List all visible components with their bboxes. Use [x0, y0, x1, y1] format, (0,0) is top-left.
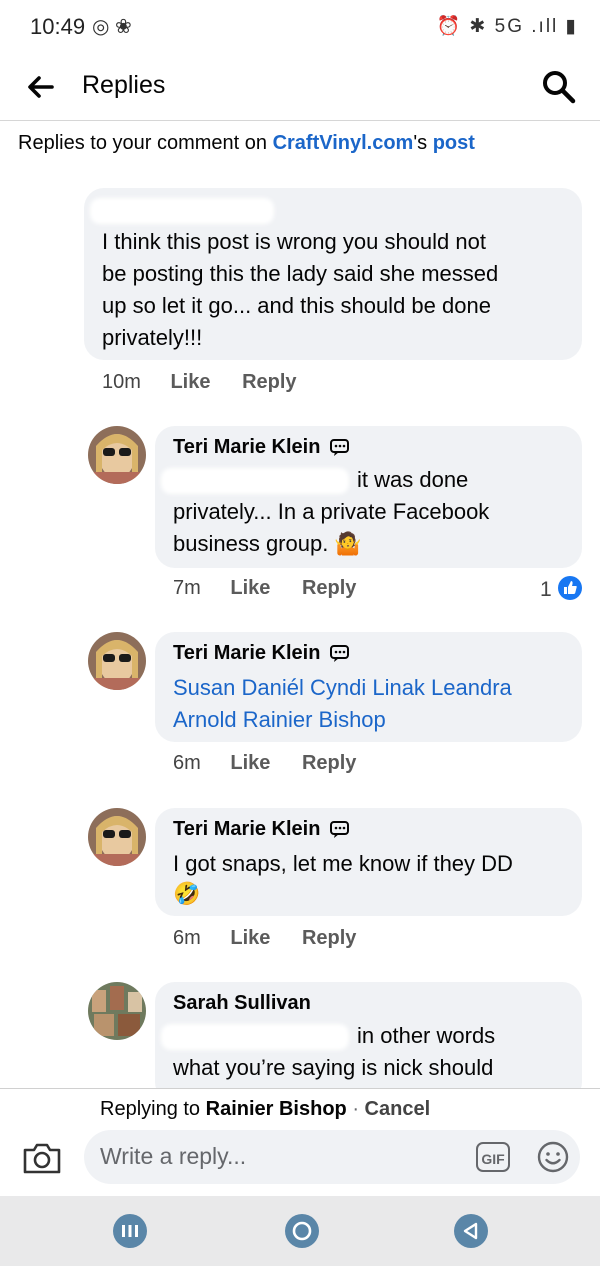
reply-button[interactable]: Reply — [302, 927, 356, 949]
avatar-photo — [88, 982, 146, 1040]
reply-actions: 7m Like Reply — [173, 577, 356, 600]
search-button[interactable] — [540, 68, 578, 106]
author-name[interactable]: Teri Marie Klein — [173, 642, 320, 664]
reaction-count[interactable]: 1 — [540, 576, 582, 602]
reply-text-line: business group. 🤷 — [173, 531, 362, 556]
comment-time: 7m — [173, 577, 201, 599]
comment-line: privately!!! — [102, 325, 203, 350]
page-link[interactable]: CraftVinyl.com — [273, 132, 414, 154]
replying-prefix: Replying to — [100, 1098, 206, 1120]
avatar[interactable] — [88, 426, 146, 484]
main-comment-text: I think this post is wrong you should no… — [102, 226, 572, 354]
comment-line: be posting this the lady said she messed — [102, 261, 499, 286]
comment-line: up so let it go... and this should be do… — [102, 293, 491, 318]
status-time: 10:49 — [30, 14, 86, 39]
redacted-name — [161, 1024, 349, 1050]
context-possessive: 's — [413, 132, 433, 154]
comment-time: 10m — [102, 371, 141, 393]
avatar[interactable] — [88, 982, 146, 1040]
post-link[interactable]: post — [433, 132, 475, 154]
tagged-users-line[interactable]: Arnold Rainier Bishop — [173, 704, 386, 736]
messenger-icon — [330, 644, 350, 662]
reply-text-line: what you’re saying is nick should — [173, 1055, 494, 1080]
status-bar: 10:49 ◎ ❀ ⏰ ✱ 5G .ıll ▮ — [0, 0, 600, 56]
context-prefix: Replies to your comment on — [18, 132, 273, 154]
recent-apps-icon — [122, 1225, 138, 1237]
reply-bubble[interactable]: Teri Marie Klein Susan Daniél Cyndi Lina… — [155, 632, 582, 742]
reply-actions: 6m Like Reply — [173, 752, 356, 775]
reply-actions: 6m Like Reply — [173, 927, 356, 950]
camera-button[interactable] — [22, 1140, 62, 1176]
back-nav-button[interactable] — [454, 1214, 488, 1248]
reply-author[interactable]: Teri Marie Klein — [173, 818, 350, 841]
emoji-button[interactable] — [537, 1141, 569, 1173]
comment-line: I think this post is wrong you should no… — [102, 229, 486, 254]
like-reaction-icon — [557, 576, 582, 600]
redacted-name — [161, 468, 349, 494]
smiley-icon — [537, 1141, 569, 1173]
reply-text-line: it was done — [357, 467, 469, 492]
reply-author[interactable]: Teri Marie Klein — [173, 436, 350, 459]
gif-button[interactable]: GIF — [476, 1142, 510, 1172]
reply-bubble[interactable]: Sarah Sullivan in other words what you’r… — [155, 982, 582, 1102]
cancel-reply-button[interactable]: Cancel — [365, 1098, 431, 1120]
composer-divider — [0, 1088, 600, 1089]
replying-separator: · — [346, 1098, 365, 1120]
system-nav-bar — [0, 1196, 600, 1266]
reply-author[interactable]: Sarah Sullivan — [173, 992, 311, 1015]
search-icon — [543, 71, 576, 104]
main-comment-bubble[interactable]: I think this post is wrong you should no… — [84, 188, 582, 360]
redacted-name — [90, 198, 274, 224]
main-comment-actions: 10m Like Reply — [102, 371, 297, 394]
replying-to-line: Replying to Rainier Bishop · Cancel — [100, 1098, 430, 1121]
comment-time: 6m — [173, 927, 201, 949]
like-button[interactable]: Like — [230, 577, 270, 599]
reply-bubble[interactable]: Teri Marie Klein it was done privately..… — [155, 426, 582, 568]
reaction-count-value: 1 — [540, 578, 552, 601]
back-button[interactable] — [24, 70, 58, 104]
tagged-users-line[interactable]: Susan Daniél Cyndi Linak Leandra — [173, 672, 512, 704]
reply-button[interactable]: Reply — [302, 752, 356, 774]
comment-time: 6m — [173, 752, 201, 774]
home-button[interactable] — [285, 1214, 319, 1248]
replying-to-name[interactable]: Rainier Bishop — [206, 1098, 347, 1120]
like-button[interactable]: Like — [230, 752, 270, 774]
replies-context: Replies to your comment on CraftVinyl.co… — [18, 132, 475, 155]
author-name[interactable]: Teri Marie Klein — [173, 436, 320, 458]
header: Replies — [0, 56, 600, 121]
author-name[interactable]: Teri Marie Klein — [173, 818, 320, 840]
arrow-left-icon — [28, 76, 54, 98]
status-left-icons: ◎ ❀ — [92, 16, 132, 38]
laughing-emoji: 🤣 — [173, 881, 201, 906]
avatar-photo — [88, 426, 146, 484]
like-button[interactable]: Like — [170, 371, 210, 393]
back-triangle-icon — [463, 1222, 478, 1240]
messenger-icon — [330, 820, 350, 838]
recent-apps-button[interactable] — [113, 1214, 147, 1248]
home-icon — [292, 1221, 312, 1241]
reply-text-line: in other words — [357, 1023, 496, 1048]
messenger-icon — [330, 438, 350, 456]
avatar[interactable] — [88, 808, 146, 866]
reply-button[interactable]: Reply — [242, 371, 296, 393]
avatar-photo — [88, 808, 146, 866]
avatar[interactable] — [88, 632, 146, 690]
reply-input-placeholder[interactable]: Write a reply... — [100, 1143, 246, 1170]
like-button[interactable]: Like — [230, 927, 270, 949]
reply-text-line: privately... In a private Facebook — [173, 499, 490, 524]
reply-text-line: I got snaps, let me know if they DD — [173, 851, 513, 876]
avatar-photo — [88, 632, 146, 690]
reply-button[interactable]: Reply — [302, 577, 356, 599]
page-title: Replies — [82, 71, 166, 99]
reply-bubble[interactable]: Teri Marie Klein I got snaps, let me kno… — [155, 808, 582, 916]
camera-icon — [23, 1143, 61, 1174]
status-right-icons: ⏰ ✱ 5G .ıll ▮ — [436, 16, 578, 37]
reply-author[interactable]: Teri Marie Klein — [173, 642, 350, 665]
